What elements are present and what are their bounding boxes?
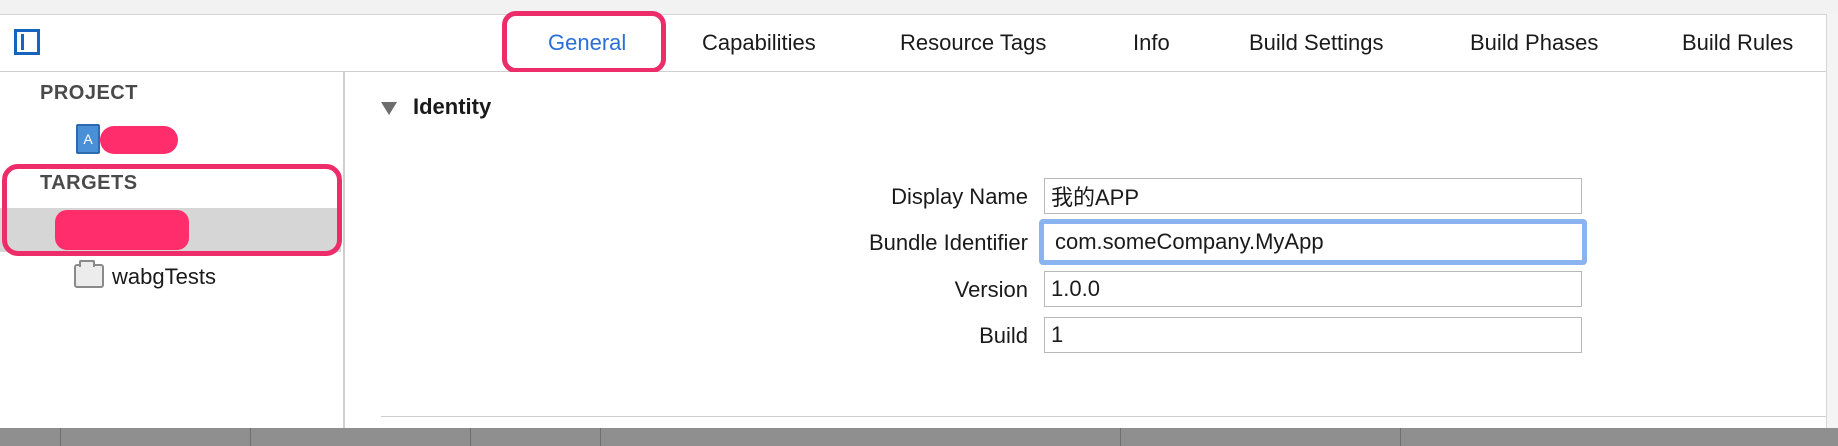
sidebar-toggle-icon[interactable] <box>14 29 40 55</box>
section-divider <box>381 416 1838 417</box>
general-settings-panel: Identity Display Name Bundle Identifier … <box>345 72 1838 428</box>
display-name-label: Display Name <box>891 184 1028 209</box>
strip-divider <box>1120 428 1121 446</box>
bundle-identifier-row: Bundle Identifier <box>345 219 1838 265</box>
window-top-edge <box>0 0 1838 15</box>
project-section-header: PROJECT <box>40 82 138 104</box>
strip-divider <box>60 428 61 446</box>
bundle-identifier-label: Bundle Identifier <box>869 230 1028 255</box>
test-target-label: wabgTests <box>112 264 216 289</box>
version-row: Version <box>345 271 1838 311</box>
tab-build-rules[interactable]: Build Rules <box>1682 15 1793 71</box>
build-row: Build <box>345 317 1838 357</box>
version-label: Version <box>954 277 1028 302</box>
app-project-icon: A <box>76 124 100 154</box>
strip-divider <box>1400 428 1401 446</box>
tab-resource-tags[interactable]: Resource Tags <box>900 15 1046 71</box>
version-field[interactable] <box>1044 271 1582 307</box>
strip-divider <box>470 428 471 446</box>
redacted-project-name <box>100 126 178 154</box>
tab-capabilities[interactable]: Capabilities <box>702 15 816 71</box>
disclosure-triangle-icon[interactable] <box>381 102 397 115</box>
bundle-identifier-field[interactable] <box>1039 219 1587 265</box>
window-right-edge <box>1826 14 1838 428</box>
project-navigator-sidebar: PROJECT A TARGETS wabgTests <box>0 72 345 428</box>
build-label: Build <box>979 323 1028 348</box>
tab-info[interactable]: Info <box>1133 15 1170 71</box>
targets-highlight-annotation <box>2 164 342 256</box>
display-name-row: Display Name <box>345 178 1838 218</box>
test-target-item[interactable]: wabgTests <box>72 260 272 294</box>
display-name-field[interactable] <box>1044 178 1582 214</box>
build-field[interactable] <box>1044 317 1582 353</box>
tab-build-settings[interactable]: Build Settings <box>1249 15 1384 71</box>
strip-divider <box>250 428 251 446</box>
identity-section-title: Identity <box>413 94 492 119</box>
folder-icon <box>74 260 104 288</box>
tab-build-phases[interactable]: Build Phases <box>1470 15 1598 71</box>
editor-tab-bar: General Capabilities Resource Tags Info … <box>0 15 1838 72</box>
general-tab-highlight-annotation <box>502 11 666 73</box>
xcode-project-editor: General Capabilities Resource Tags Info … <box>0 0 1838 446</box>
strip-divider <box>600 428 601 446</box>
project-item[interactable]: A <box>76 120 186 156</box>
background-window-strip <box>0 428 1838 446</box>
